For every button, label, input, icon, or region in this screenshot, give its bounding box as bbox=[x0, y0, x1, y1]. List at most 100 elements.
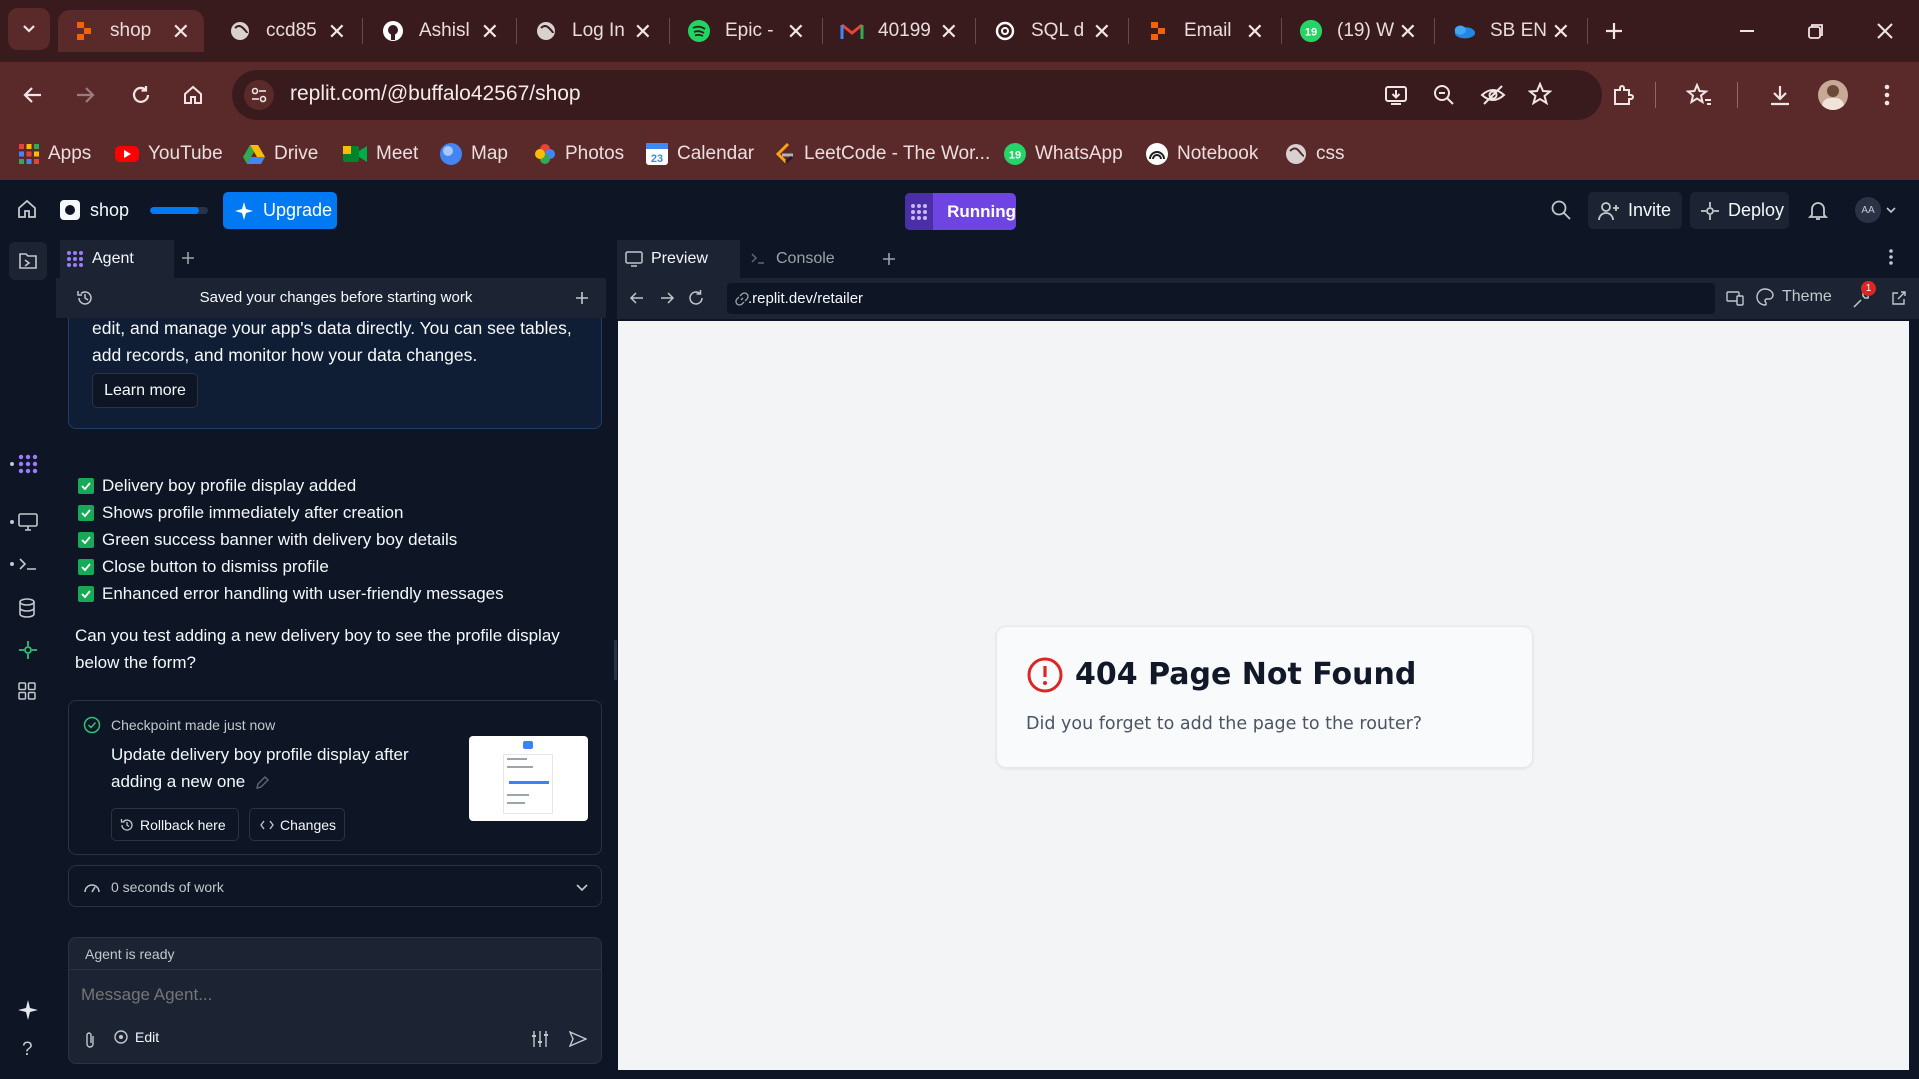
home-button[interactable] bbox=[176, 78, 210, 112]
browser-tab[interactable]: Log In ✕ bbox=[520, 10, 666, 52]
site-info-icon[interactable] bbox=[244, 80, 274, 110]
browser-tab[interactable]: ccd85 ✕ bbox=[214, 10, 360, 52]
reload-icon[interactable] bbox=[687, 289, 705, 307]
learn-more-button[interactable]: Learn more bbox=[92, 373, 198, 408]
rail-console-button[interactable] bbox=[10, 556, 38, 572]
zoom-icon[interactable] bbox=[1432, 83, 1456, 107]
profile-avatar[interactable] bbox=[1818, 80, 1848, 110]
agent-tab[interactable]: Agent bbox=[60, 240, 174, 278]
tab-search-button[interactable] bbox=[8, 8, 50, 50]
bookmark-photos[interactable]: Photos bbox=[533, 140, 624, 168]
favorites-button[interactable] bbox=[1682, 78, 1716, 112]
changes-button[interactable]: Changes bbox=[249, 808, 345, 841]
external-link-icon[interactable] bbox=[1891, 290, 1907, 306]
new-tab-button[interactable] bbox=[881, 251, 897, 267]
close-tab-icon[interactable]: ✕ bbox=[787, 19, 805, 45]
user-menu[interactable]: AA bbox=[1855, 197, 1897, 223]
agent-message-input[interactable] bbox=[81, 978, 581, 1012]
bookmark-apps[interactable]: Apps bbox=[18, 140, 91, 168]
invite-button[interactable]: Invite bbox=[1588, 192, 1682, 229]
browser-tab[interactable]: SQL d ✕ bbox=[979, 10, 1125, 52]
pencil-icon[interactable] bbox=[254, 775, 270, 791]
rail-agent-button[interactable] bbox=[10, 454, 38, 474]
close-window-button[interactable] bbox=[1868, 14, 1902, 48]
send-icon[interactable] bbox=[569, 1031, 587, 1047]
arrow-right-icon[interactable] bbox=[659, 290, 675, 306]
close-tab-icon[interactable]: ✕ bbox=[634, 19, 652, 45]
close-tab-icon[interactable]: ✕ bbox=[940, 19, 958, 45]
settings-sliders-icon[interactable] bbox=[531, 1030, 549, 1048]
new-tab-button[interactable] bbox=[180, 250, 196, 266]
rail-help-button[interactable]: ? bbox=[22, 1039, 33, 1061]
devices-icon[interactable] bbox=[1726, 290, 1744, 306]
preview-url-input[interactable]: .replit.dev/retailer bbox=[727, 283, 1715, 314]
browser-tab[interactable]: 19 (19) W ✕ bbox=[1285, 10, 1431, 52]
browser-tab[interactable]: Epic - ✕ bbox=[673, 10, 819, 52]
rail-all-tools-button[interactable] bbox=[18, 682, 36, 700]
rail-files-button[interactable] bbox=[9, 242, 47, 280]
rail-preview-button[interactable] bbox=[10, 513, 38, 531]
browser-tab[interactable]: 40199 ✕ bbox=[826, 10, 972, 52]
minimize-window-button[interactable] bbox=[1730, 14, 1764, 48]
bookmark-calendar[interactable]: 23 Calendar bbox=[645, 140, 754, 168]
browser-tab[interactable]: Ashisl ✕ bbox=[367, 10, 513, 52]
rail-database-button[interactable] bbox=[18, 598, 36, 618]
usage-progress-bar[interactable] bbox=[150, 207, 208, 214]
close-tab-icon[interactable]: ✕ bbox=[172, 19, 190, 45]
bell-icon bbox=[1807, 202, 1829, 220]
extensions-button[interactable] bbox=[1606, 78, 1640, 112]
browser-tab[interactable]: Email ✕ bbox=[1132, 10, 1278, 52]
home-button[interactable] bbox=[16, 198, 38, 220]
paperclip-icon[interactable] bbox=[83, 1031, 97, 1049]
close-tab-icon[interactable]: ✕ bbox=[1093, 19, 1111, 45]
close-icon bbox=[1877, 23, 1893, 39]
rollback-button[interactable]: Rollback here bbox=[111, 808, 239, 841]
bookmark-whatsapp[interactable]: 19 WhatsApp bbox=[1003, 140, 1123, 168]
deploy-button[interactable]: Deploy bbox=[1690, 192, 1789, 229]
reload-button[interactable] bbox=[124, 78, 158, 112]
address-bar-url[interactable]: replit.com/@buffalo42567/shop bbox=[290, 82, 581, 106]
browser-tab-shop[interactable]: shop ✕ bbox=[58, 10, 204, 52]
bookmark-notebook[interactable]: Notebook bbox=[1145, 140, 1258, 168]
tab-preview[interactable]: Preview bbox=[617, 240, 740, 278]
bookmark-map[interactable]: Map bbox=[439, 140, 508, 168]
arrow-left-icon[interactable] bbox=[629, 290, 645, 306]
close-tab-icon[interactable]: ✕ bbox=[1552, 19, 1570, 45]
run-button[interactable]: Running bbox=[905, 193, 1016, 230]
close-tab-icon[interactable]: ✕ bbox=[481, 19, 499, 45]
browser-menu-button[interactable] bbox=[1872, 78, 1902, 112]
rail-deployments-button[interactable] bbox=[18, 640, 38, 660]
svg-text:19: 19 bbox=[1009, 150, 1021, 162]
close-tab-icon[interactable]: ✕ bbox=[328, 19, 346, 45]
tab-console[interactable]: Console bbox=[740, 240, 863, 278]
bookmark-drive[interactable]: Drive bbox=[242, 140, 318, 168]
downloads-button[interactable] bbox=[1763, 78, 1797, 112]
restore-window-button[interactable] bbox=[1799, 14, 1833, 48]
install-app-icon[interactable] bbox=[1384, 83, 1408, 107]
close-tab-icon[interactable]: ✕ bbox=[1399, 19, 1417, 45]
bookmark-meet[interactable]: Meet bbox=[342, 140, 418, 168]
upgrade-button[interactable]: Upgrade bbox=[223, 192, 337, 229]
back-button[interactable] bbox=[16, 78, 50, 112]
browser-tab[interactable]: SB EN ✕ bbox=[1438, 10, 1584, 52]
checkpoint-thumbnail[interactable] bbox=[469, 736, 588, 821]
devtools-button[interactable]: 1 bbox=[1852, 281, 1876, 310]
bookmark-leetcode[interactable]: LeetCode - The Wor... bbox=[774, 140, 990, 168]
forward-button[interactable] bbox=[68, 78, 102, 112]
rail-ai-button[interactable] bbox=[18, 1000, 38, 1020]
plus-icon[interactable] bbox=[574, 290, 590, 306]
theme-button[interactable]: Theme bbox=[1756, 288, 1832, 306]
notifications-button[interactable] bbox=[1807, 199, 1829, 221]
work-summary[interactable]: 0 seconds of work bbox=[68, 865, 602, 907]
new-tab-button[interactable] bbox=[1597, 14, 1631, 48]
bookmark-css[interactable]: css bbox=[1284, 140, 1345, 168]
search-button[interactable] bbox=[1550, 199, 1572, 221]
address-bar[interactable]: replit.com/@buffalo42567/shop bbox=[232, 70, 1602, 120]
bookmark-youtube[interactable]: YouTube bbox=[114, 140, 223, 168]
bookmark-star-icon[interactable] bbox=[1528, 82, 1552, 106]
close-tab-icon[interactable]: ✕ bbox=[1246, 19, 1264, 45]
project-selector[interactable]: shop bbox=[60, 195, 129, 225]
tracking-protection-icon[interactable] bbox=[1480, 83, 1506, 107]
preview-options-button[interactable] bbox=[1888, 248, 1894, 266]
edit-mode-button[interactable]: Edit bbox=[113, 1029, 159, 1045]
